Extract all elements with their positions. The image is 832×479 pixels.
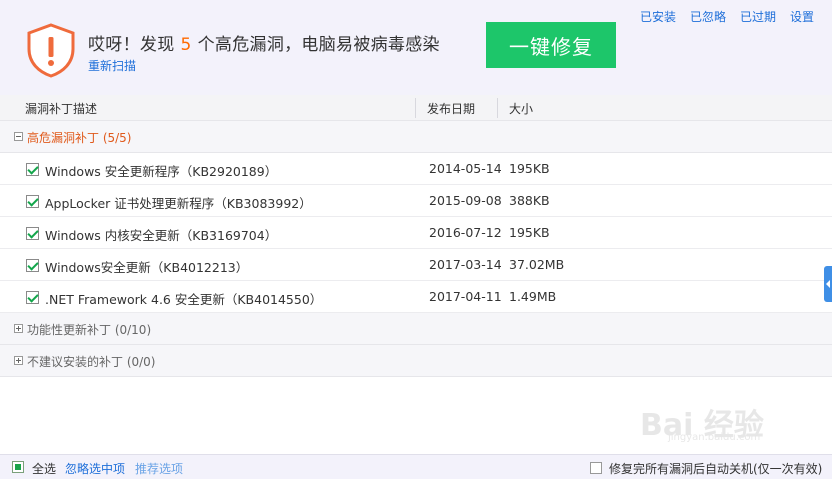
group-label: 功能性更新补丁 (0/10)	[27, 323, 152, 337]
patch-row[interactable]: .NET Framework 4.6 安全更新（KB4014550） 2017-…	[0, 281, 832, 313]
patch-size: 1.49MB	[509, 289, 557, 304]
column-date[interactable]: 发布日期	[427, 100, 475, 117]
column-header: 漏洞补丁描述 发布日期 大小	[0, 95, 832, 121]
patch-name: Windows 内核安全更新（KB3169704）	[45, 228, 278, 243]
patch-row[interactable]: Windows 内核安全更新（KB3169704） 2016-07-12 195…	[0, 217, 832, 249]
group-label: 不建议安装的补丁 (0/0)	[27, 355, 156, 369]
patch-date: 2015-09-08	[429, 193, 502, 208]
alert-suffix: 个高危漏洞，电脑易被病毒感染	[197, 35, 440, 55]
patch-checkbox[interactable]	[26, 291, 39, 304]
rescan-link[interactable]: 重新扫描	[88, 57, 136, 74]
patch-date: 2016-07-12	[429, 225, 502, 240]
patch-name: Windows安全更新（KB4012213）	[45, 260, 249, 275]
column-desc[interactable]: 漏洞补丁描述	[25, 100, 97, 117]
patch-date: 2014-05-14	[429, 161, 502, 176]
group-label: 高危漏洞补丁 (5/5)	[27, 131, 132, 145]
one-click-fix-button[interactable]: 一键修复	[486, 22, 616, 68]
group-functional[interactable]: 功能性更新补丁 (0/10)	[0, 313, 832, 345]
patch-date: 2017-04-11	[429, 289, 502, 304]
alert-prefix: 哎呀！发现	[88, 35, 175, 55]
patch-row[interactable]: AppLocker 证书处理更新程序（KB3083992） 2015-09-08…	[0, 185, 832, 217]
installed-link[interactable]: 已安装	[640, 8, 676, 25]
ignored-link[interactable]: 已忽略	[690, 8, 726, 25]
side-collapse-tab[interactable]	[824, 266, 832, 302]
header-panel: 哎呀！发现 5 个高危漏洞，电脑易被病毒感染 重新扫描 一键修复 已安装 已忽略 已…	[0, 0, 832, 95]
patch-size: 195KB	[509, 225, 550, 240]
column-divider	[497, 98, 498, 118]
auto-shutdown-checkbox[interactable]	[590, 462, 602, 474]
group-high-risk[interactable]: 高危漏洞补丁 (5/5)	[0, 121, 832, 153]
alert-title: 哎呀！发现 5 个高危漏洞，电脑易被病毒感染	[88, 30, 440, 55]
select-all-checkbox[interactable]	[12, 461, 24, 473]
expired-link[interactable]: 已过期	[740, 8, 776, 25]
patch-date: 2017-03-14	[429, 257, 502, 272]
ignore-selected-link[interactable]: 忽略选中项	[65, 460, 125, 477]
watermark-url: jingyan.baidu.com	[668, 432, 761, 443]
top-links: 已安装 已忽略 已过期 设置	[640, 8, 814, 25]
vulnerability-count: 5	[180, 35, 192, 55]
patch-row[interactable]: Windows 安全更新程序（KB2920189） 2014-05-14 195…	[0, 153, 832, 185]
footer-bar: 全选 忽略选中项 推荐选项 修复完所有漏洞后自动关机(仅一次有效)	[0, 454, 832, 479]
patch-name: .NET Framework 4.6 安全更新（KB4014550）	[45, 292, 323, 307]
expand-icon[interactable]	[14, 356, 23, 365]
baidu-watermark: Bai 经验 jingyan.baidu.com	[640, 400, 810, 443]
patch-row[interactable]: Windows安全更新（KB4012213） 2017-03-14 37.02M…	[0, 249, 832, 281]
recommended-options-link[interactable]: 推荐选项	[135, 460, 183, 477]
collapse-icon[interactable]	[14, 132, 23, 141]
column-size[interactable]: 大小	[509, 100, 533, 117]
column-divider	[415, 98, 416, 118]
patch-checkbox[interactable]	[26, 259, 39, 272]
select-all-label[interactable]: 全选	[32, 460, 56, 477]
patch-checkbox[interactable]	[26, 227, 39, 240]
patch-checkbox[interactable]	[26, 195, 39, 208]
settings-link[interactable]: 设置	[790, 8, 814, 25]
patch-size: 37.02MB	[509, 257, 565, 272]
patch-checkbox[interactable]	[26, 163, 39, 176]
warning-shield-icon	[27, 23, 75, 78]
patch-size: 388KB	[509, 193, 550, 208]
auto-shutdown-label[interactable]: 修复完所有漏洞后自动关机(仅一次有效)	[609, 460, 822, 477]
patch-name: Windows 安全更新程序（KB2920189）	[45, 164, 278, 179]
patch-name: AppLocker 证书处理更新程序（KB3083992）	[45, 196, 312, 211]
group-not-recommended[interactable]: 不建议安装的补丁 (0/0)	[0, 345, 832, 377]
expand-icon[interactable]	[14, 324, 23, 333]
patch-size: 195KB	[509, 161, 550, 176]
